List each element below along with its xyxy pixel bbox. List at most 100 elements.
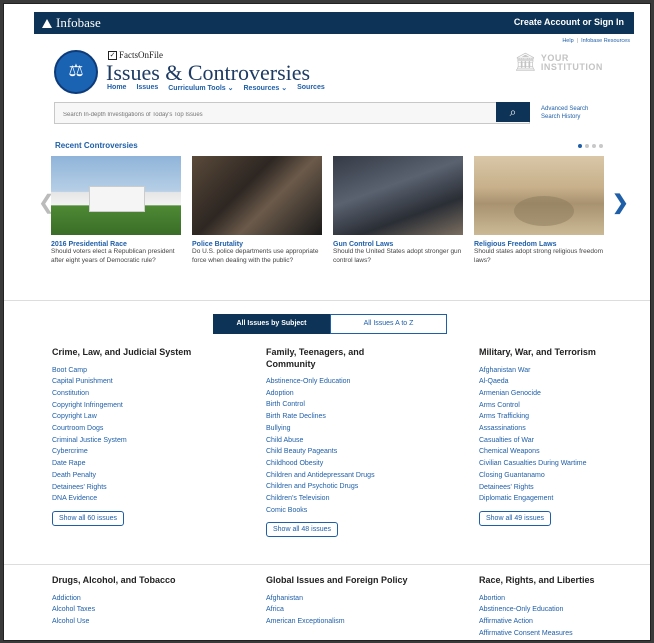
issue-link[interactable]: Copyright Law <box>52 411 202 423</box>
religious-freedom-image[interactable] <box>474 156 604 235</box>
issue-link[interactable]: Children and Antidepressant Drugs <box>266 470 416 482</box>
issue-link[interactable]: Adoption <box>266 388 416 400</box>
search-bar: ⌕ <box>54 102 530 125</box>
column-title: Global Issues and Foreign Policy <box>266 575 408 585</box>
issue-link[interactable]: American Exceptionalism <box>266 616 416 628</box>
controversy-card[interactable]: 2016 Presidential Race Should voters ele… <box>51 156 181 265</box>
issue-link[interactable]: Criminal Justice System <box>52 435 202 447</box>
card-description: Should the United States adopt stronger … <box>333 248 462 264</box>
issue-link[interactable]: Affirmative Action <box>479 616 629 628</box>
institution-line2: INSTITUTION <box>540 61 603 72</box>
nav-sources[interactable]: Sources <box>297 84 325 92</box>
issue-link[interactable]: Detainees' Rights <box>479 482 629 494</box>
triangle-icon <box>42 18 52 28</box>
nav-home[interactable]: Home <box>107 84 126 92</box>
site-title[interactable]: Issues & Controversies <box>106 60 310 86</box>
issue-link[interactable]: Detainees' Rights <box>52 482 202 494</box>
issue-link[interactable]: Al-Qaeda <box>479 376 629 388</box>
brand-name: Infobase <box>56 15 101 30</box>
column-title: Race, Rights, and Liberties <box>479 575 595 585</box>
divider <box>4 564 650 565</box>
issue-link[interactable]: Addiction <box>52 593 202 605</box>
issue-link[interactable]: Civilian Casualties During Wartime <box>479 458 629 470</box>
carousel-dot[interactable] <box>592 144 596 148</box>
card-headline[interactable]: Police Brutality <box>192 241 322 248</box>
search-button[interactable]: ⌕ <box>496 102 530 122</box>
issue-link[interactable]: Children and Psychotic Drugs <box>266 481 416 493</box>
issue-link[interactable]: Comic Books <box>266 505 416 517</box>
signin-link[interactable]: Create Account or Sign In <box>514 17 624 27</box>
issue-link[interactable]: Assassinations <box>479 423 629 435</box>
issue-link[interactable]: Children's Television <box>266 493 416 505</box>
issue-link[interactable]: Childhood Obesity <box>266 458 416 470</box>
carousel-dot[interactable] <box>599 144 603 148</box>
carousel-dot[interactable] <box>585 144 589 148</box>
controversy-card[interactable]: Gun Control Laws Should the United State… <box>333 156 463 265</box>
issue-link[interactable]: Birth Rate Declines <box>266 411 416 423</box>
issue-link[interactable]: Alcohol Use <box>52 616 202 628</box>
issue-link[interactable]: Abortion <box>479 593 629 605</box>
issue-link[interactable]: Africa <box>266 604 416 616</box>
controversy-card[interactable]: Police Brutality Do U.S. police departme… <box>192 156 322 265</box>
checkbox-icon: ✓ <box>108 50 117 60</box>
white-house-image[interactable] <box>51 156 181 235</box>
issue-link[interactable]: Abstinence-Only Education <box>266 376 416 388</box>
subject-column: Drugs, Alcohol, and Tobacco Addiction Al… <box>52 575 202 628</box>
subject-column: Military, War, and Terrorism Afghanistan… <box>479 347 629 526</box>
issue-link[interactable]: Copyright Infringement <box>52 400 202 412</box>
subject-column: Family, Teenagers, and Community Abstine… <box>266 347 416 538</box>
scales-icon[interactable]: ⚖ <box>54 50 98 94</box>
issue-link[interactable]: Chemical Weapons <box>479 446 629 458</box>
issue-link[interactable]: Armenian Genocide <box>479 388 629 400</box>
issue-link[interactable]: Afghanistan <box>266 593 416 605</box>
search-links: Advanced Search Search History <box>541 105 588 121</box>
infobase-logo[interactable]: Infobase <box>42 15 101 31</box>
issue-link[interactable]: Affirmative Consent Measures <box>479 628 629 640</box>
card-headline[interactable]: Gun Control Laws <box>333 241 463 248</box>
issue-link[interactable]: Closing Guantanamo <box>479 470 629 482</box>
column-title: Military, War, and Terrorism <box>479 347 596 357</box>
tab-by-subject[interactable]: All Issues by Subject <box>213 314 330 334</box>
issue-link[interactable]: Arms Trafficking <box>479 411 629 423</box>
issue-link[interactable]: Diplomatic Engagement <box>479 493 629 505</box>
search-input[interactable] <box>55 105 495 125</box>
issue-link[interactable]: Alcohol Taxes <box>52 604 202 616</box>
issue-link[interactable]: Boot Camp <box>52 365 202 377</box>
issue-link[interactable]: Courtroom Dogs <box>52 423 202 435</box>
issue-link[interactable]: DNA Evidence <box>52 493 202 505</box>
issue-link[interactable]: Bullying <box>266 423 416 435</box>
nav-issues[interactable]: Issues <box>136 84 158 92</box>
issue-link[interactable]: Death Penalty <box>52 470 202 482</box>
controversy-card[interactable]: Religious Freedom Laws Should states ado… <box>474 156 604 265</box>
issue-link[interactable]: Afghanistan War <box>479 365 629 377</box>
institution-logo: 🏛 YOUR INSTITUTION <box>514 52 603 73</box>
issue-link[interactable]: Child Beauty Pageants <box>266 446 416 458</box>
show-all-button[interactable]: Show all 49 issues <box>479 510 551 526</box>
utility-links: Help | Infobase Resources <box>562 38 630 44</box>
nav-resources[interactable]: Resources ⌄ <box>244 84 288 92</box>
card-headline[interactable]: 2016 Presidential Race <box>51 241 181 248</box>
issue-link[interactable]: Casualties of War <box>479 435 629 447</box>
main-nav: Home Issues Curriculum Tools ⌄ Resources… <box>107 84 325 92</box>
issue-link[interactable]: Birth Control <box>266 399 416 411</box>
police-image[interactable] <box>192 156 322 235</box>
issue-link[interactable]: Cybercrime <box>52 446 202 458</box>
issue-link[interactable]: Date Rape <box>52 458 202 470</box>
nav-curriculum-tools[interactable]: Curriculum Tools ⌄ <box>168 84 233 92</box>
card-headline[interactable]: Religious Freedom Laws <box>474 241 604 248</box>
carousel-dot[interactable] <box>578 144 582 148</box>
show-all-button[interactable]: Show all 60 issues <box>52 510 124 526</box>
advanced-search-link[interactable]: Advanced Search <box>541 105 588 113</box>
show-all-button[interactable]: Show all 48 issues <box>266 522 338 538</box>
tab-a-to-z[interactable]: All Issues A to Z <box>330 314 447 334</box>
issue-link[interactable]: Abstinence-Only Education <box>479 604 629 616</box>
issue-link[interactable]: Child Abuse <box>266 435 416 447</box>
issue-link[interactable]: Capital Punishment <box>52 376 202 388</box>
help-link[interactable]: Help <box>562 38 573 44</box>
issue-link[interactable]: Arms Control <box>479 400 629 412</box>
carousel-next-icon[interactable]: ❯ <box>612 190 629 215</box>
gun-control-image[interactable] <box>333 156 463 235</box>
infobase-resources-link[interactable]: Infobase Resources <box>581 38 630 44</box>
search-history-link[interactable]: Search History <box>541 113 588 121</box>
issue-link[interactable]: Constitution <box>52 388 202 400</box>
